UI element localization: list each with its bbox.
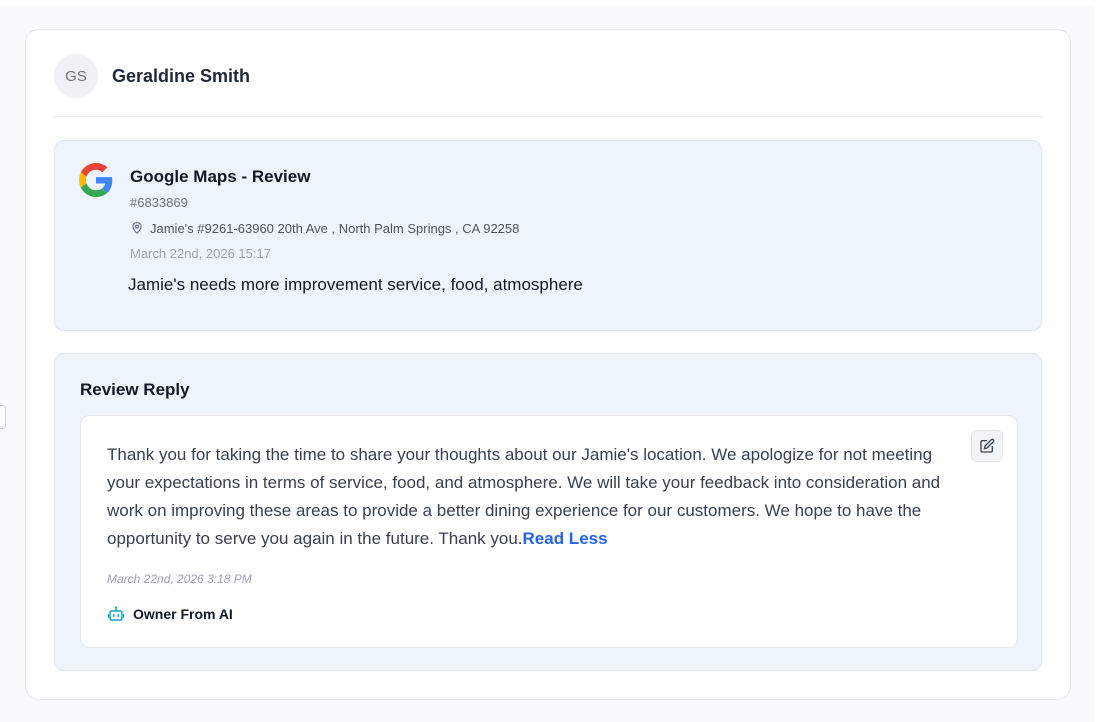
reply-date: March 22nd, 2026 3:18 PM [107,572,252,586]
review-reply-title: Review Reply [80,380,190,399]
top-strip [0,0,1094,6]
google-icon [79,163,113,197]
reviewer-header: GS Geraldine Smith [54,54,1042,117]
review-date: March 22nd, 2026 15:17 [130,246,271,261]
review-location: Jamie's #9261-63960 20th Ave , North Pal… [130,220,519,236]
reply-author-label: Owner From AI [133,606,233,622]
reply-content-box: Thank you for taking the time to share y… [80,415,1018,648]
side-panel-handle[interactable] [0,405,6,429]
reply-text: Thank you for taking the time to share y… [107,441,952,553]
read-less-link[interactable]: Read Less [523,529,608,548]
review-location-text: Jamie's #9261-63960 20th Ave , North Pal… [150,220,520,236]
robot-icon [107,606,125,621]
map-pin-icon [132,221,142,234]
scrollbar-track[interactable] [1094,0,1102,722]
edit-reply-button[interactable] [971,430,1003,462]
review-reply-panel: Review Reply Thank you for taking the ti… [54,353,1042,671]
avatar: GS [54,54,98,98]
review-panel: Google Maps - Review #6833869 Jamie's #9… [54,140,1042,331]
review-card: GS Geraldine Smith Google Maps - Review … [25,29,1071,700]
review-source-title: Google Maps - Review [130,167,311,186]
review-text: Jamie's needs more improvement service, … [128,275,583,294]
edit-icon [980,438,995,453]
reviewer-name: Geraldine Smith [112,66,251,86]
reply-author: Owner From AI [107,605,233,623]
review-id: #6833869 [130,195,188,210]
